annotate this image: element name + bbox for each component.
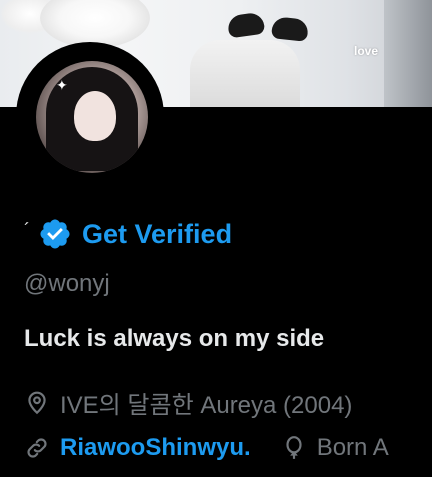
verified-badge-icon[interactable] — [38, 217, 72, 251]
banner-shoe — [226, 11, 266, 39]
profile-name-row: ´ Get Verified — [24, 214, 232, 254]
profile-website-link[interactable]: RiawooShinwyu. — [60, 434, 251, 462]
get-verified-link[interactable]: Get Verified — [82, 219, 232, 250]
link-icon — [27, 438, 47, 458]
avatar-face — [74, 91, 116, 141]
location-pin-icon — [28, 391, 46, 414]
banner-overlay-text: love — [354, 44, 379, 58]
banner-figure — [190, 40, 300, 107]
profile-location: IVE의 달콤한 Aureya (2004) — [24, 385, 352, 420]
banner-shoe — [270, 16, 310, 42]
display-name: ´ — [24, 220, 30, 240]
banner-window — [384, 0, 432, 107]
avatar[interactable]: ✦ — [36, 61, 148, 173]
star-icon: ✦ — [56, 77, 68, 93]
location-text: IVE의 달콤한 Aureya (2004) — [60, 392, 353, 419]
profile-birthdate: Born A — [281, 434, 389, 462]
profile-meta-row: RiawooShinwyu. Born A — [24, 434, 389, 462]
balloon-icon — [286, 436, 302, 459]
profile-handle: @wonyj — [24, 270, 110, 297]
banner-flower-decoration — [40, 0, 150, 48]
profile-bio: Luck is always on my side — [24, 325, 325, 352]
birth-text: Born A — [316, 434, 389, 461]
